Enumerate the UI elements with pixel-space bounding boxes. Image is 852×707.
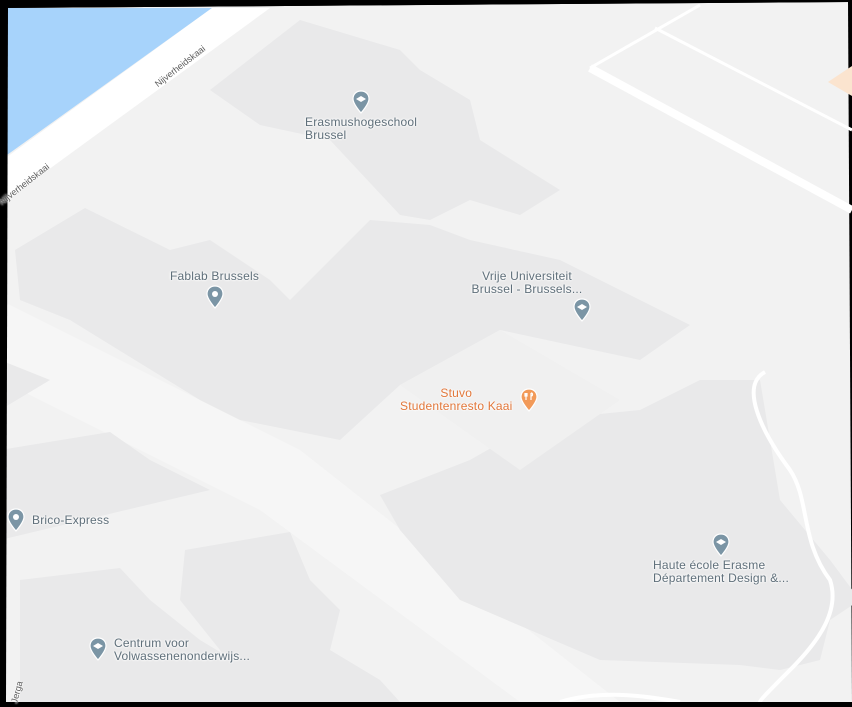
pin-icon xyxy=(7,508,25,532)
place-label: Vrije Universiteit Brussel - Brussels... xyxy=(471,269,583,296)
place-label: Brico-Express xyxy=(32,512,110,527)
place-label: Haute école Erasme Département Design &.… xyxy=(653,558,789,585)
place-erasmushogeschool[interactable]: Erasmushogeschool Brussel xyxy=(305,90,417,142)
place-stuvo[interactable]: Stuvo Studentenresto Kaai xyxy=(400,387,539,413)
restaurant-pin-icon xyxy=(519,388,538,412)
school-pin-icon xyxy=(573,298,591,322)
pin-icon xyxy=(205,285,224,309)
map-base xyxy=(0,0,852,704)
place-label: Centrum voor Volwassenenonderwijs... xyxy=(114,636,251,663)
place-fablab[interactable]: Fablab Brussels xyxy=(170,270,259,309)
place-vub[interactable]: Vrije Universiteit Brussel - Brussels... xyxy=(462,270,592,322)
school-pin-icon xyxy=(712,533,730,557)
place-centrum[interactable]: Centrum voor Volwassenenonderwijs... xyxy=(88,637,250,663)
place-label: Erasmushogeschool Brussel xyxy=(305,115,418,142)
place-label: Fablab Brussels xyxy=(170,269,260,283)
place-haute-ecole[interactable]: Haute école Erasme Département Design &.… xyxy=(653,533,789,585)
school-pin-icon xyxy=(352,90,370,114)
map-canvas[interactable]: Nijverheidskaai Nijverheidskaai Jerga Er… xyxy=(0,0,852,704)
place-label: Stuvo Studentenresto Kaai xyxy=(400,386,513,413)
school-pin-icon xyxy=(89,637,107,661)
place-brico-express[interactable]: Brico-Express xyxy=(6,508,109,532)
